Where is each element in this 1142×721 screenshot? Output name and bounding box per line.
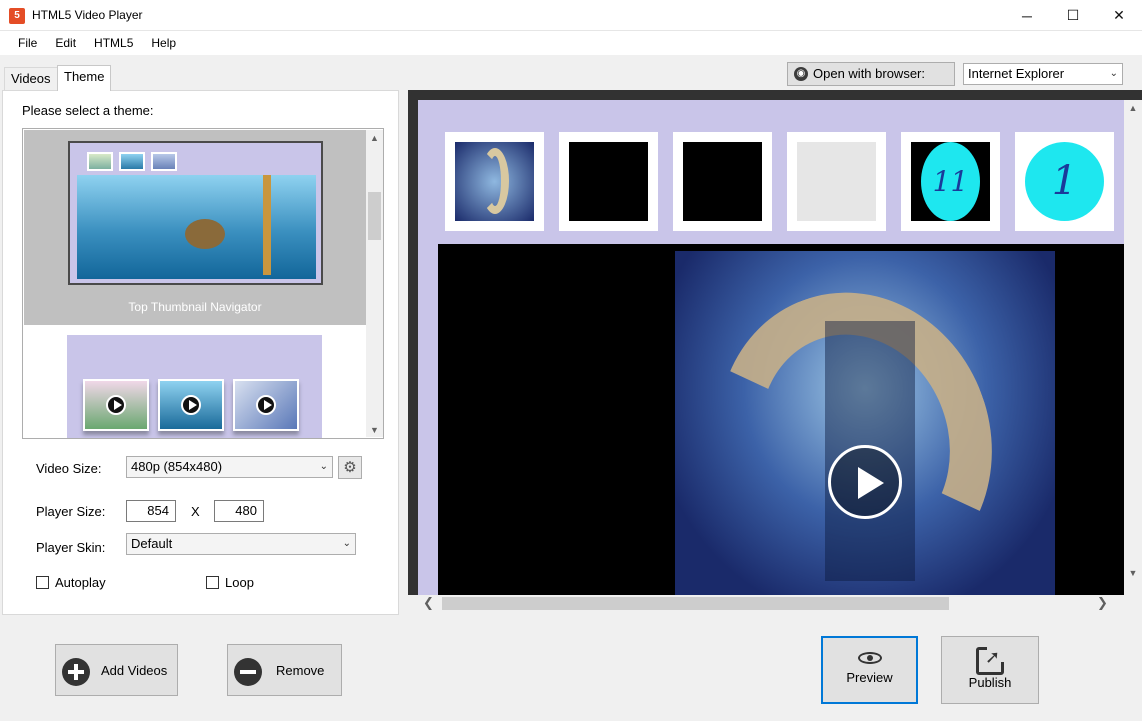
player-width-input[interactable]: 854 xyxy=(126,500,176,522)
thumbnail-image xyxy=(158,379,224,431)
publish-button[interactable]: ➚ Publish xyxy=(941,636,1039,704)
thumbnail-image xyxy=(797,142,876,221)
chevron-down-icon: ⌄ xyxy=(319,461,328,472)
open-with-browser-button[interactable]: ◉ Open with browser: xyxy=(787,62,955,86)
theme-preview-image xyxy=(68,141,323,285)
thumbnail-image xyxy=(455,142,534,221)
scroll-right-icon[interactable]: ❯ xyxy=(1097,595,1108,611)
window-title: HTML5 Video Player xyxy=(32,8,143,22)
play-icon xyxy=(106,395,126,415)
player-skin-select[interactable]: Default ⌄ xyxy=(126,533,356,555)
add-videos-button[interactable]: Add Videos xyxy=(55,644,178,696)
video-size-value: 480p (854x480) xyxy=(131,459,223,474)
preview-horizontal-scrollbar[interactable]: ❮ ❯ xyxy=(420,595,1115,612)
remove-button[interactable]: Remove xyxy=(227,644,342,696)
chevron-down-icon: ⌄ xyxy=(342,538,351,549)
nav-thumbnail[interactable]: 11 xyxy=(901,132,1000,231)
theme-list[interactable]: Top Thumbnail Navigator ▲ ▼ xyxy=(22,128,384,439)
nav-thumbnail[interactable] xyxy=(787,132,886,231)
publish-label: Publish xyxy=(968,675,1012,690)
menu-bar: File Edit HTML5 Help xyxy=(0,31,1142,55)
open-with-browser-label: Open with browser: xyxy=(813,66,925,81)
eye-icon xyxy=(858,652,882,664)
scroll-left-icon[interactable]: ❮ xyxy=(423,595,434,611)
thumbnail-number: 1 xyxy=(1025,142,1104,221)
preview-vertical-scrollbar[interactable]: ▲ ▼ xyxy=(1124,100,1142,595)
thumbnail-image: 1 xyxy=(1025,142,1104,221)
play-icon xyxy=(256,395,276,415)
thumbnail-image xyxy=(233,379,299,431)
preview-button[interactable]: Preview xyxy=(821,636,918,704)
player-skin-label: Player Skin: xyxy=(36,540,106,555)
scroll-down-icon[interactable]: ▼ xyxy=(366,422,383,438)
browser-select-value: Internet Explorer xyxy=(968,66,1065,81)
maximize-button[interactable]: ☐ xyxy=(1050,0,1096,31)
thumbnail-image xyxy=(569,142,648,221)
autoplay-checkbox[interactable] xyxy=(36,576,49,589)
play-icon xyxy=(181,395,201,415)
chevron-down-icon: ⌄ xyxy=(1109,68,1118,79)
menu-html5[interactable]: HTML5 xyxy=(85,31,142,55)
menu-edit[interactable]: Edit xyxy=(46,31,85,55)
mini-thumbnail xyxy=(87,152,113,171)
minimize-button[interactable]: ─ xyxy=(1004,0,1050,31)
play-icon[interactable] xyxy=(828,445,902,519)
tab-theme[interactable]: Theme xyxy=(57,65,112,91)
loop-checkbox[interactable] xyxy=(206,576,219,589)
minus-icon xyxy=(234,658,262,686)
scroll-thumb[interactable] xyxy=(368,192,381,240)
gear-icon[interactable]: ⚙ xyxy=(338,456,362,479)
autoplay-label[interactable]: Autoplay xyxy=(55,575,106,590)
publish-icon: ➚ xyxy=(976,644,1005,675)
mini-video-image xyxy=(77,175,316,279)
add-videos-label: Add Videos xyxy=(101,663,168,678)
select-theme-label: Please select a theme: xyxy=(22,103,154,118)
mini-thumbnail xyxy=(151,152,177,171)
title-bar xyxy=(0,0,1142,31)
nav-thumbnail[interactable] xyxy=(559,132,658,231)
video-frame-image xyxy=(675,251,1055,595)
nav-thumbnail[interactable] xyxy=(445,132,544,231)
globe-icon: ◉ xyxy=(794,67,808,81)
tab-videos[interactable]: Videos xyxy=(4,67,58,90)
thumbnail-number: 11 xyxy=(921,142,980,221)
scroll-up-icon[interactable]: ▲ xyxy=(366,130,383,147)
video-size-label: Video Size: xyxy=(36,461,102,476)
plus-icon xyxy=(62,658,90,686)
player-size-label: Player Size: xyxy=(36,504,106,519)
menu-file[interactable]: File xyxy=(9,31,46,55)
preview-label: Preview xyxy=(846,670,893,685)
theme-list-scrollbar[interactable]: ▲ ▼ xyxy=(366,130,383,437)
nav-thumbnail[interactable] xyxy=(673,132,772,231)
thumbnail-image: 11 xyxy=(911,142,990,221)
theme-item-top-thumbnail-navigator[interactable]: Top Thumbnail Navigator xyxy=(24,130,366,325)
scroll-thumb[interactable] xyxy=(442,597,949,610)
scroll-down-icon[interactable]: ▼ xyxy=(1124,565,1142,582)
player-height-input[interactable]: 480 xyxy=(214,500,264,522)
theme-caption: Top Thumbnail Navigator xyxy=(128,300,262,314)
menu-help[interactable]: Help xyxy=(142,31,185,55)
browser-select[interactable]: Internet Explorer ⌄ xyxy=(963,63,1123,85)
html5-app-icon: 5 xyxy=(9,8,25,24)
scroll-up-icon[interactable]: ▲ xyxy=(1124,100,1142,117)
nav-thumbnail[interactable]: 1 xyxy=(1015,132,1114,231)
video-size-select[interactable]: 480p (854x480) ⌄ xyxy=(126,456,333,478)
thumbnail-image xyxy=(683,142,762,221)
mini-thumbnail xyxy=(119,152,145,171)
size-separator: X xyxy=(191,504,200,519)
close-button[interactable]: ✕ xyxy=(1096,0,1142,31)
player-skin-value: Default xyxy=(131,536,173,551)
thumbnail-image xyxy=(83,379,149,431)
loop-label[interactable]: Loop xyxy=(225,575,254,590)
remove-label: Remove xyxy=(276,663,325,678)
theme-item-bottom-thumbnails[interactable] xyxy=(67,335,322,438)
